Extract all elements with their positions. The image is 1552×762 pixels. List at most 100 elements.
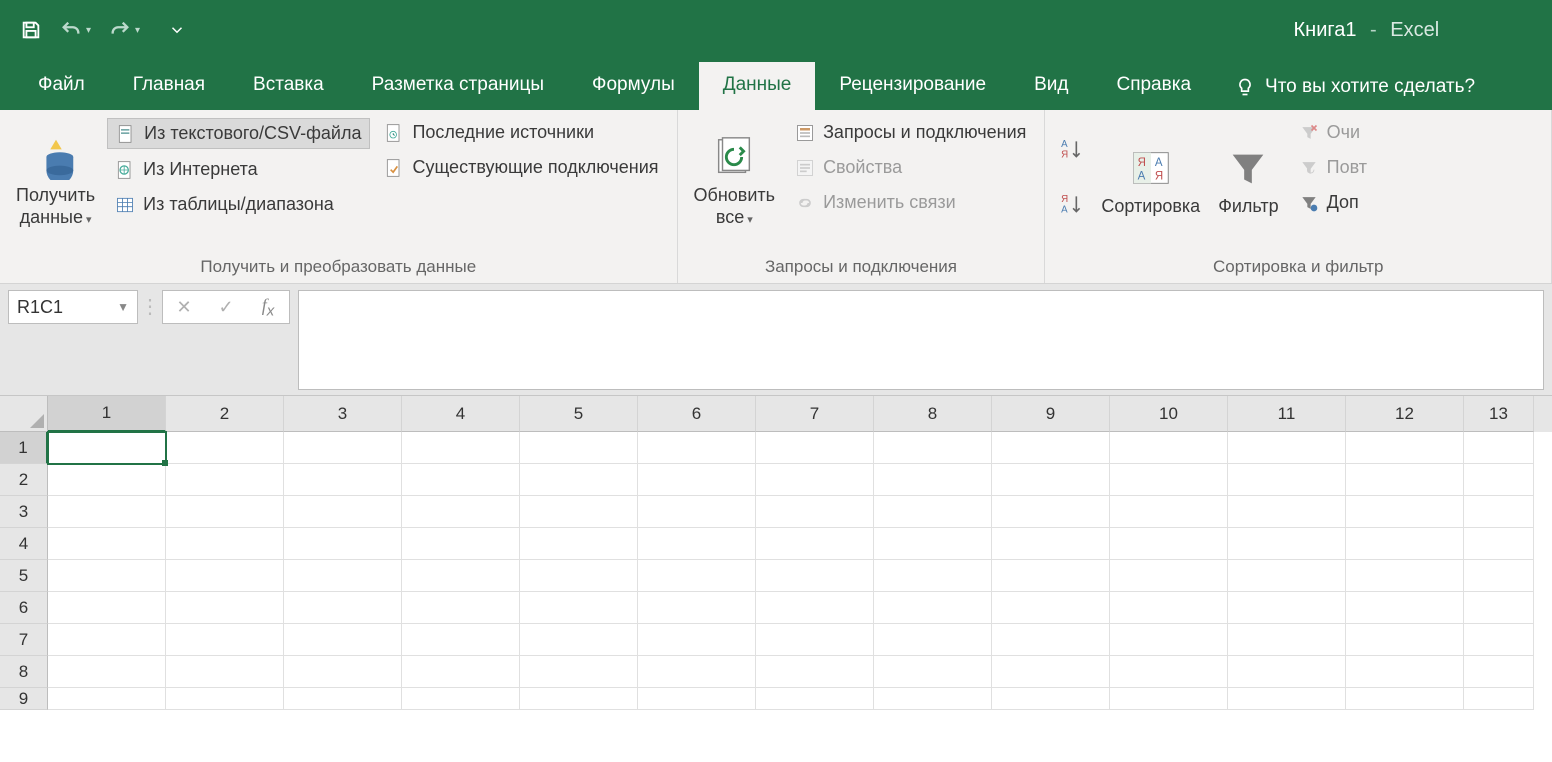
- cell[interactable]: [520, 464, 638, 496]
- cell[interactable]: [48, 496, 166, 528]
- cell[interactable]: [1346, 528, 1464, 560]
- cell[interactable]: [166, 656, 284, 688]
- cell[interactable]: [284, 624, 402, 656]
- column-header[interactable]: 9: [992, 396, 1110, 432]
- cell[interactable]: [638, 688, 756, 710]
- cell[interactable]: [402, 560, 520, 592]
- cell[interactable]: [166, 560, 284, 592]
- tab-page-layout[interactable]: Разметка страницы: [348, 62, 568, 110]
- column-header[interactable]: 10: [1110, 396, 1228, 432]
- name-box-dropdown-icon[interactable]: ▼: [117, 300, 129, 314]
- tab-help[interactable]: Справка: [1092, 62, 1215, 110]
- cell[interactable]: [756, 688, 874, 710]
- cell[interactable]: [874, 464, 992, 496]
- column-header[interactable]: 1: [48, 396, 166, 432]
- redo-button[interactable]: ▾: [109, 19, 140, 41]
- refresh-all-button[interactable]: Обновить все▾: [688, 116, 782, 246]
- cell[interactable]: [874, 688, 992, 710]
- row-header[interactable]: 7: [0, 624, 48, 656]
- cell[interactable]: [402, 688, 520, 710]
- cell[interactable]: [638, 624, 756, 656]
- cell[interactable]: [520, 592, 638, 624]
- cell[interactable]: [638, 656, 756, 688]
- select-all-corner[interactable]: [0, 396, 48, 432]
- cell[interactable]: [756, 496, 874, 528]
- redo-dropdown-icon[interactable]: ▾: [135, 25, 140, 36]
- cell[interactable]: [402, 528, 520, 560]
- cell[interactable]: [1346, 432, 1464, 464]
- cell[interactable]: [992, 560, 1110, 592]
- cell[interactable]: [1228, 496, 1346, 528]
- column-header[interactable]: 2: [166, 396, 284, 432]
- row-header[interactable]: 3: [0, 496, 48, 528]
- cell[interactable]: [1464, 656, 1534, 688]
- qat-customize-button[interactable]: [168, 21, 186, 39]
- cell[interactable]: [284, 528, 402, 560]
- cell[interactable]: [402, 656, 520, 688]
- cancel-formula-button[interactable]: ✕: [163, 297, 205, 318]
- from-table-button[interactable]: Из таблицы/диапазона: [107, 190, 370, 219]
- cell[interactable]: [1346, 688, 1464, 710]
- cell[interactable]: [520, 624, 638, 656]
- cell[interactable]: [1464, 560, 1534, 592]
- cell[interactable]: [638, 592, 756, 624]
- cell[interactable]: [1464, 464, 1534, 496]
- queries-connections-button[interactable]: Запросы и подключения: [787, 118, 1034, 147]
- cell[interactable]: [520, 528, 638, 560]
- column-header[interactable]: 11: [1228, 396, 1346, 432]
- cell[interactable]: [1110, 560, 1228, 592]
- cell[interactable]: [1464, 496, 1534, 528]
- cell[interactable]: [48, 688, 166, 710]
- cell[interactable]: [1464, 592, 1534, 624]
- cell[interactable]: [992, 592, 1110, 624]
- cell[interactable]: [1346, 496, 1464, 528]
- cell[interactable]: [992, 688, 1110, 710]
- cell[interactable]: [284, 432, 402, 464]
- cell[interactable]: [48, 528, 166, 560]
- cell[interactable]: [1110, 464, 1228, 496]
- tab-data[interactable]: Данные: [699, 62, 816, 110]
- cell[interactable]: [756, 464, 874, 496]
- cell[interactable]: [166, 464, 284, 496]
- cell[interactable]: [166, 528, 284, 560]
- column-header[interactable]: 12: [1346, 396, 1464, 432]
- cell[interactable]: [756, 432, 874, 464]
- cell[interactable]: [1228, 464, 1346, 496]
- column-header[interactable]: 3: [284, 396, 402, 432]
- from-csv-button[interactable]: Из текстового/CSV-файла: [107, 118, 370, 149]
- enter-formula-button[interactable]: ✓: [205, 297, 247, 318]
- tab-review[interactable]: Рецензирование: [815, 62, 1010, 110]
- tab-home[interactable]: Главная: [109, 62, 229, 110]
- cell[interactable]: [1464, 624, 1534, 656]
- cell[interactable]: [284, 464, 402, 496]
- cell[interactable]: [166, 688, 284, 710]
- cell[interactable]: [48, 560, 166, 592]
- cell[interactable]: [402, 592, 520, 624]
- cell[interactable]: [1228, 528, 1346, 560]
- filter-button[interactable]: Фильтр: [1212, 116, 1284, 246]
- cell[interactable]: [638, 464, 756, 496]
- cell[interactable]: [992, 656, 1110, 688]
- row-header[interactable]: 9: [0, 688, 48, 710]
- sort-button[interactable]: ЯААЯ Сортировка: [1095, 116, 1206, 246]
- cell[interactable]: [992, 496, 1110, 528]
- column-header[interactable]: 6: [638, 396, 756, 432]
- row-header[interactable]: 1: [0, 432, 48, 464]
- cell[interactable]: [166, 592, 284, 624]
- advanced-filter-button[interactable]: Доп: [1291, 188, 1375, 217]
- formula-input[interactable]: [298, 290, 1544, 390]
- column-header[interactable]: 7: [756, 396, 874, 432]
- cell[interactable]: [520, 688, 638, 710]
- row-header[interactable]: 8: [0, 656, 48, 688]
- cell[interactable]: [520, 432, 638, 464]
- cell[interactable]: [1346, 624, 1464, 656]
- cell[interactable]: [48, 656, 166, 688]
- cell[interactable]: [520, 496, 638, 528]
- sort-asc-icon[interactable]: АЯ: [1059, 136, 1085, 162]
- cell[interactable]: [874, 592, 992, 624]
- cell[interactable]: [638, 432, 756, 464]
- cell[interactable]: [48, 464, 166, 496]
- cell[interactable]: [1228, 592, 1346, 624]
- cell[interactable]: [756, 560, 874, 592]
- tell-me-search[interactable]: Что вы хотите сделать?: [1215, 64, 1495, 110]
